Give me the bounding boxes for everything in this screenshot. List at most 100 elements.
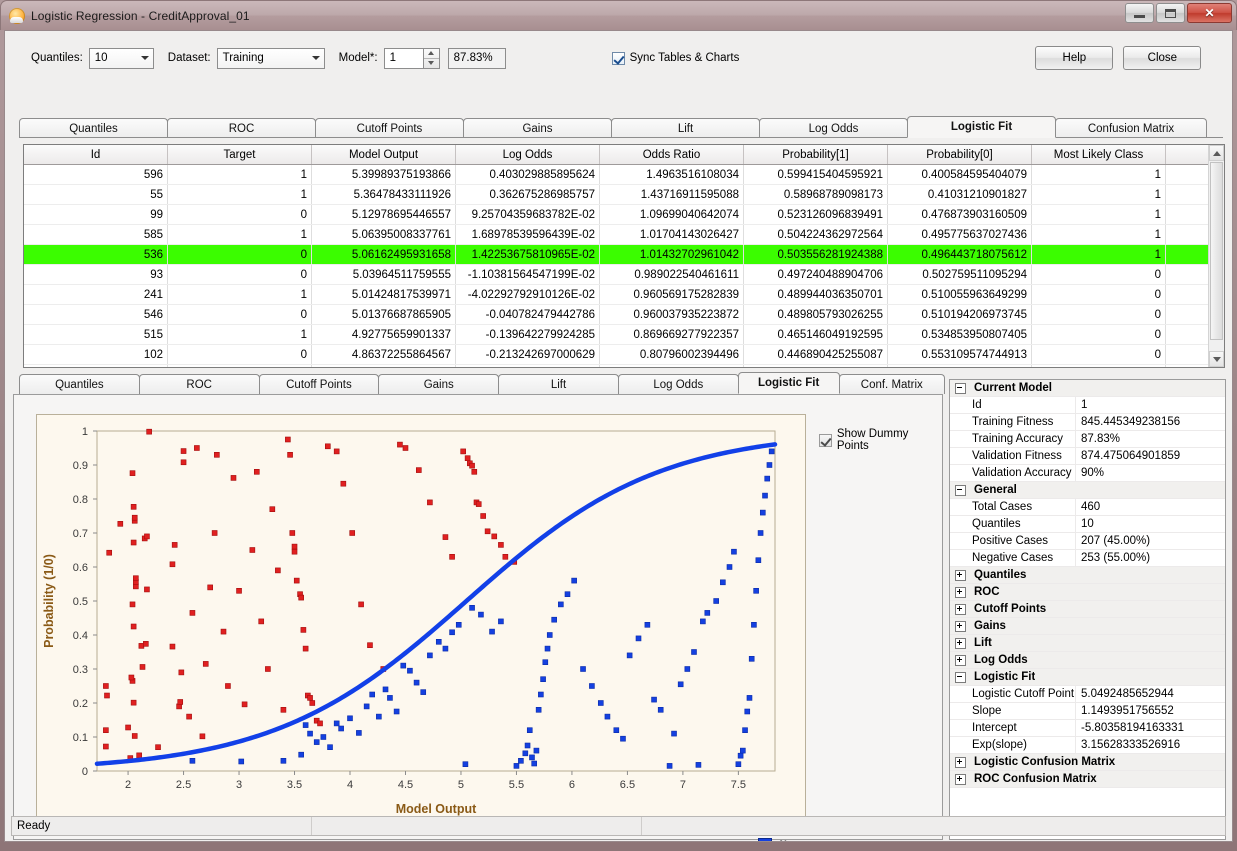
- tab-quantiles[interactable]: Quantiles: [19, 118, 168, 138]
- tab-log-odds[interactable]: Log Odds: [759, 118, 908, 138]
- tab-log-odds[interactable]: Log Odds: [617, 374, 739, 394]
- property-row[interactable]: Positive Cases 207 (45.00%): [950, 533, 1225, 550]
- tab-gains[interactable]: Gains: [378, 374, 500, 394]
- stepper-down-icon[interactable]: [423, 57, 439, 68]
- expand-icon[interactable]: [955, 756, 966, 768]
- tab-label: Gains: [423, 378, 454, 391]
- property-row[interactable]: Intercept -5.80358194163331: [950, 720, 1225, 737]
- table-row[interactable]: 546 0 5.01376687865905 -0.040782479442786 0.…: [24, 304, 1224, 325]
- property-row[interactable]: Validation Accuracy 90%: [950, 465, 1225, 482]
- table-row[interactable]: 99 0 5.12978695446557 9.25704359683782E-02 1…: [24, 204, 1224, 225]
- tab-roc[interactable]: ROC: [167, 118, 316, 138]
- table-row[interactable]: 585 1 5.06395008337761 1.68978539596439E-02…: [24, 224, 1224, 245]
- close-button[interactable]: ✕: [1187, 3, 1232, 23]
- expand-icon[interactable]: [955, 569, 966, 581]
- collapse-icon[interactable]: [955, 671, 966, 683]
- property-group-general[interactable]: General: [950, 482, 1225, 499]
- expand-icon[interactable]: [955, 620, 966, 632]
- tab-conf-matrix[interactable]: Conf. Matrix: [838, 374, 945, 394]
- property-group-roc-confusion-matrix[interactable]: ROC Confusion Matrix: [950, 771, 1225, 788]
- property-row[interactable]: Validation Fitness 874.475064901859: [950, 448, 1225, 465]
- column-header[interactable]: Target: [167, 145, 312, 165]
- table-row[interactable]: 536 0 5.06162495931658 1.42253675810965E-02…: [24, 244, 1224, 265]
- sync-tables-charts-checkbox[interactable]: Sync Tables & Charts: [611, 51, 739, 65]
- tab-lift[interactable]: Lift: [498, 374, 619, 394]
- close-dialog-button[interactable]: Close: [1123, 46, 1202, 70]
- scroll-up-button[interactable]: [1209, 145, 1224, 161]
- property-group-roc[interactable]: ROC: [950, 584, 1225, 601]
- expand-icon[interactable]: [955, 637, 966, 649]
- tab-quantiles[interactable]: Quantiles: [19, 374, 140, 394]
- tab-logistic-fit[interactable]: Logistic Fit: [907, 116, 1056, 138]
- table-row[interactable]: 93 0 5.03964511759555 -1.10381564547199E-02…: [24, 264, 1224, 285]
- property-group-cutoff-points[interactable]: Cutoff Points: [950, 601, 1225, 618]
- model-input[interactable]: 1: [383, 47, 424, 69]
- table-row[interactable]: 241 1 5.01424817539971 -4.02292792910126E-0…: [24, 284, 1224, 305]
- data-point: [449, 629, 455, 636]
- maximize-button[interactable]: [1156, 3, 1185, 23]
- minimize-button[interactable]: [1125, 3, 1154, 23]
- property-row[interactable]: Negative Cases 253 (55.00%): [950, 550, 1225, 567]
- expand-icon[interactable]: [955, 654, 966, 666]
- tab-roc[interactable]: ROC: [138, 374, 260, 394]
- x-tick-label: 2.5: [176, 779, 191, 791]
- expand-icon[interactable]: [955, 603, 966, 615]
- stepper-up-icon[interactable]: [424, 49, 439, 58]
- toolbar: Quantiles: 10 Dataset: Training Model*: …: [13, 37, 1224, 79]
- table-row[interactable]: [24, 364, 1224, 367]
- show-dummy-points-checkbox[interactable]: Show Dummy Points: [819, 428, 942, 452]
- property-row[interactable]: Training Fitness 845.445349238156: [950, 414, 1225, 431]
- property-row[interactable]: Id 1: [950, 397, 1225, 414]
- column-header[interactable]: Most Likely Class: [1031, 145, 1166, 165]
- tab-cutoff-points[interactable]: Cutoff Points: [258, 374, 380, 394]
- property-group-label: Logistic Confusion Matrix: [974, 756, 1116, 768]
- model-properties-panel: Current Model Id 1 Training Fitness 845.4453…: [949, 379, 1226, 840]
- table-row[interactable]: 596 1 5.39989375193866 0.403029885895624 1.4…: [24, 164, 1224, 185]
- dataset-select[interactable]: Training: [216, 47, 325, 69]
- help-button[interactable]: Help: [1035, 46, 1114, 70]
- tab-logistic-fit[interactable]: Logistic Fit: [737, 372, 840, 394]
- quantiles-select[interactable]: 10: [88, 47, 154, 69]
- tab-label: Quantiles: [55, 378, 104, 391]
- property-group-current-model[interactable]: Current Model: [950, 380, 1225, 397]
- property-row[interactable]: Logistic Cutoff Point 5.0492485652944: [950, 686, 1225, 703]
- table-row[interactable]: 515 1 4.92775659901337 -0.139642279924285 0.…: [24, 324, 1224, 345]
- property-group-lift[interactable]: Lift: [950, 635, 1225, 652]
- collapse-icon[interactable]: [955, 484, 966, 496]
- column-header[interactable]: Id: [24, 145, 168, 165]
- column-header[interactable]: Model Output: [311, 145, 456, 165]
- scroll-down-button[interactable]: [1209, 351, 1224, 367]
- property-group-gains[interactable]: Gains: [950, 618, 1225, 635]
- property-row[interactable]: Training Accuracy 87.83%: [950, 431, 1225, 448]
- dataset-label: Dataset:: [167, 52, 211, 64]
- tab-lift[interactable]: Lift: [611, 118, 760, 138]
- property-group-quantiles[interactable]: Quantiles: [950, 567, 1225, 584]
- property-row[interactable]: Exp(slope) 3.15628333526916: [950, 737, 1225, 754]
- property-group-log-odds[interactable]: Log Odds: [950, 652, 1225, 669]
- table-cell: 5.03964511759555: [311, 264, 456, 285]
- scroll-thumb[interactable]: [1210, 162, 1223, 340]
- column-header[interactable]: Odds Ratio: [599, 145, 744, 165]
- expand-icon[interactable]: [955, 586, 966, 598]
- table-row[interactable]: 55 1 5.36478433111926 0.362675286985757 1.43…: [24, 184, 1224, 205]
- property-row[interactable]: Slope 1.1493951756552: [950, 703, 1225, 720]
- tab-confusion-matrix[interactable]: Confusion Matrix: [1055, 118, 1207, 138]
- table-cell: 5.01376687865905: [311, 304, 456, 325]
- tab-cutoff-points[interactable]: Cutoff Points: [315, 118, 464, 138]
- column-header[interactable]: Probability[0]: [887, 145, 1032, 165]
- expand-icon[interactable]: [955, 773, 966, 785]
- data-point: [275, 567, 281, 574]
- data-point: [265, 666, 271, 672]
- collapse-icon[interactable]: [955, 382, 966, 394]
- model-stepper[interactable]: [423, 47, 440, 69]
- property-group-logistic-fit[interactable]: Logistic Fit: [950, 669, 1225, 686]
- table-row[interactable]: 102 0 4.86372255864567 -0.213242697000629 0.…: [24, 344, 1224, 365]
- column-header[interactable]: Log Odds: [455, 145, 600, 165]
- column-header[interactable]: Probability[1]: [743, 145, 888, 165]
- data-point: [478, 611, 484, 618]
- property-row[interactable]: Total Cases 460: [950, 499, 1225, 516]
- property-group-logistic-confusion-matrix[interactable]: Logistic Confusion Matrix: [950, 754, 1225, 771]
- tab-gains[interactable]: Gains: [463, 118, 612, 138]
- property-row[interactable]: Quantiles 10: [950, 516, 1225, 533]
- table-vertical-scrollbar[interactable]: [1208, 145, 1224, 367]
